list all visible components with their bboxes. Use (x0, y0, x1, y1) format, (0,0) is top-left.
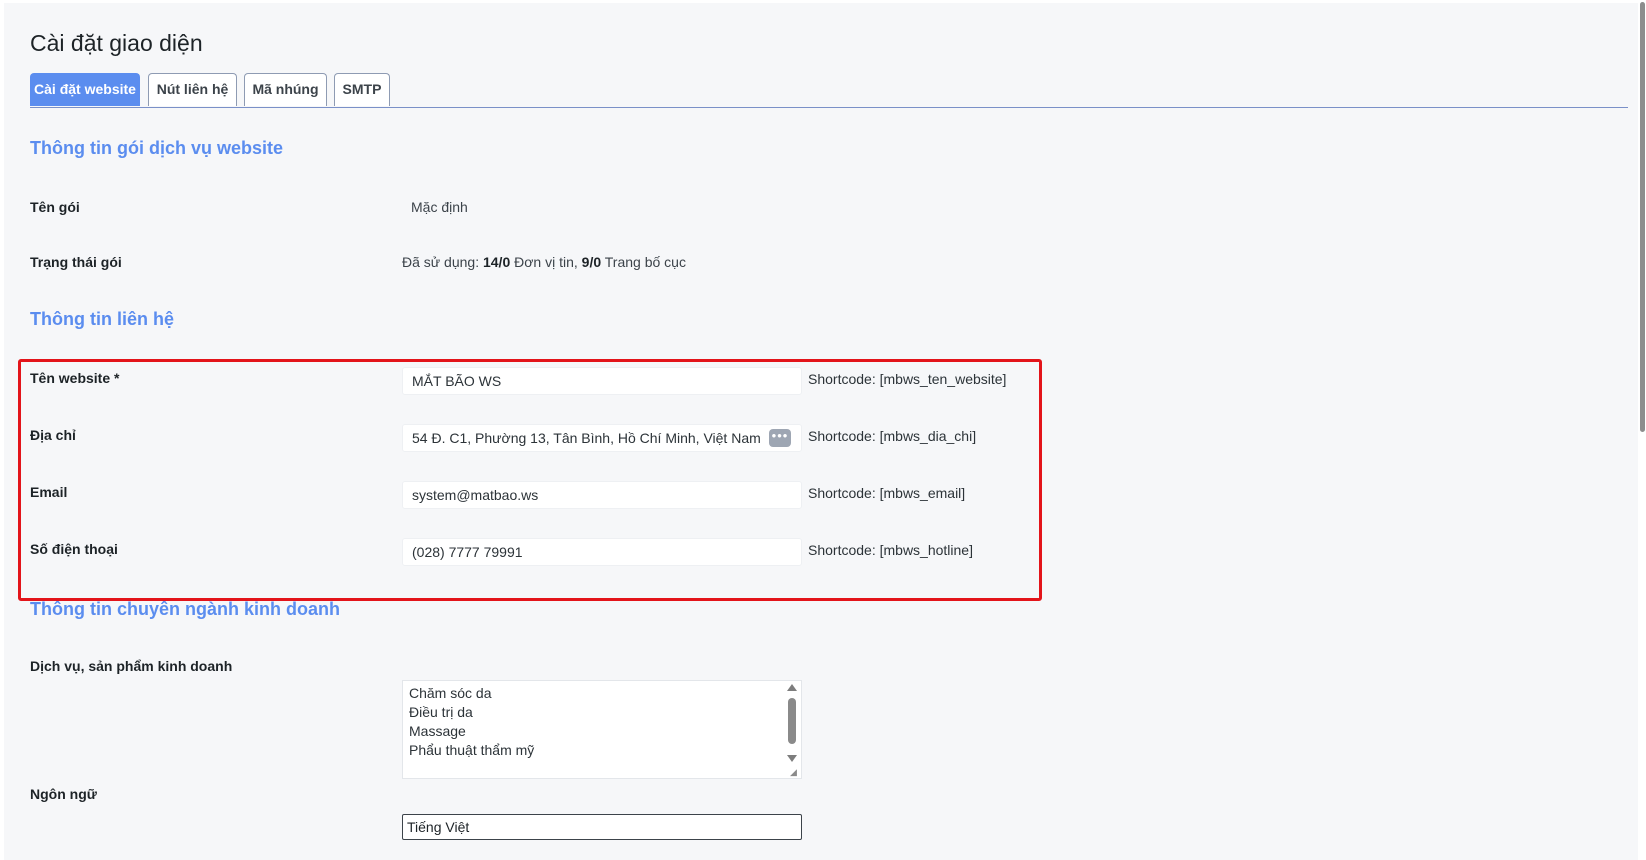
scroll-up-arrow-icon[interactable] (787, 684, 797, 691)
scroll-down-arrow-icon[interactable] (787, 755, 797, 762)
phone-label: Số điện thoại (30, 541, 118, 557)
language-select[interactable]: Tiếng Việt (402, 814, 802, 840)
website-name-label: Tên website * (30, 370, 120, 386)
status-layouts-count: 9/0 (581, 254, 602, 270)
package-name-label: Tên gói (30, 199, 80, 215)
business-section-title: Thông tin chuyên ngành kinh doanh (30, 599, 340, 619)
tab-smtp[interactable]: SMTP (334, 73, 390, 106)
tab-divider (30, 107, 1628, 108)
package-status-label: Trạng thái gói (30, 254, 122, 270)
email-label: Email (30, 484, 68, 500)
resize-handle-icon[interactable]: ◢ (790, 767, 800, 777)
status-units-count: 14/0 (482, 254, 511, 270)
page-title: Cài đặt giao diện (30, 30, 203, 56)
address-value: 54 Đ. C1, Phường 13, Tân Bình, Hồ Chí Mi… (412, 430, 761, 446)
status-prefix: Đã sử dụng: (402, 254, 483, 270)
tab-contact-buttons[interactable]: Nút liên hệ (148, 73, 237, 106)
services-textarea[interactable]: Chăm sóc da Điều trị da Massage Phẩu thu… (402, 680, 802, 779)
scroll-thumb[interactable] (788, 698, 796, 744)
services-line: Điều trị da (409, 704, 473, 720)
tab-embed-code[interactable]: Mã nhúng (244, 73, 327, 106)
services-label: Dịch vụ, sản phẩm kinh doanh (30, 658, 233, 674)
website-name-shortcode: Shortcode: [mbws_ten_website] (808, 371, 1007, 387)
page-scroll-thumb[interactable] (1640, 2, 1645, 432)
settings-page: Cài đặt giao diện Cài đặt website Nút li… (4, 3, 1638, 860)
tab-website-settings[interactable]: Cài đặt website (30, 73, 140, 106)
more-dots-icon[interactable]: ••• (769, 429, 791, 447)
email-input[interactable]: system@matbao.ws (402, 481, 802, 509)
services-line: Chăm sóc da (409, 685, 492, 701)
package-section-title: Thông tin gói dịch vụ website (30, 138, 283, 158)
phone-shortcode: Shortcode: [mbws_hotline] (808, 542, 973, 558)
email-shortcode: Shortcode: [mbws_email] (808, 485, 966, 501)
address-label: Địa chỉ (30, 427, 76, 443)
website-name-input[interactable]: MẮT BÃO WS (402, 367, 802, 395)
address-input[interactable]: 54 Đ. C1, Phường 13, Tân Bình, Hồ Chí Mi… (402, 424, 802, 452)
phone-input[interactable]: (028) 7777 79991 (402, 538, 802, 566)
textarea-scrollbar[interactable] (786, 684, 798, 762)
services-line: Massage (409, 723, 466, 739)
package-status-value: Đã sử dụng: 14/0 Đơn vị tin, 9/0 Trang b… (402, 254, 686, 270)
status-units-text: Đơn vị tin, (510, 254, 582, 270)
package-name-value: Mặc định (411, 199, 468, 215)
services-line: Phẩu thuật thẩm mỹ (409, 742, 535, 758)
status-layouts-text: Trang bố cục (601, 254, 686, 270)
language-label: Ngôn ngữ (30, 786, 97, 802)
contact-section-title: Thông tin liên hệ (30, 309, 174, 329)
address-shortcode: Shortcode: [mbws_dia_chi] (808, 428, 977, 444)
page-scrollbar[interactable] (1638, 0, 1646, 860)
